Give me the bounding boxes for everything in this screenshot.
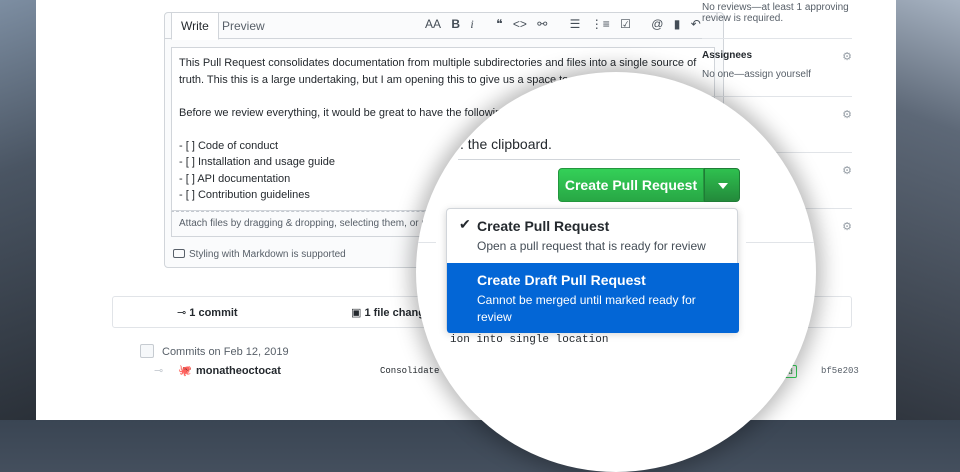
markdown-hint[interactable]: Styling with Markdown is supported — [173, 249, 346, 260]
assignees-value[interactable]: No one—assign yourself — [702, 69, 852, 80]
create-pr-menu: ✔ Create Pull Request Open a pull reques… — [446, 208, 739, 333]
heading-icon[interactable]: AA — [425, 17, 441, 31]
commit-author[interactable]: monatheoctocat — [196, 365, 281, 377]
markdown-icon — [173, 249, 185, 258]
create-pull-request-button[interactable]: Create Pull Request — [558, 168, 704, 202]
menu-item-create-pr[interactable]: ✔ Create Pull Request Open a pull reques… — [447, 209, 739, 261]
background-mountains-right — [896, 0, 960, 420]
calendar-icon — [140, 344, 154, 358]
author-avatar[interactable]: 🐙 — [178, 364, 192, 377]
background-mountains-left — [0, 0, 40, 420]
magnifier-lens: . the clipboard. Create Pull Request ✔ C… — [416, 72, 816, 472]
commit-sha[interactable]: bf5e203 — [821, 366, 859, 376]
menu-item-title: Create Draft Pull Request — [477, 272, 646, 288]
commit-icon: ⊸ — [177, 307, 187, 319]
magnified-divider — [416, 242, 436, 243]
mention-icon[interactable]: @ — [651, 17, 663, 31]
ordered-list-icon[interactable]: ⋮≡ — [591, 17, 610, 31]
gear-icon[interactable]: ⚙ — [842, 164, 852, 177]
tab-write[interactable]: Write — [171, 13, 219, 40]
bold-icon[interactable]: B — [451, 17, 460, 31]
gear-icon[interactable]: ⚙ — [842, 220, 852, 233]
markdown-label: Styling with Markdown is supported — [189, 249, 346, 260]
quote-icon[interactable]: ❝ — [496, 17, 502, 31]
editor-tabs: Write Preview AA B i ❝ <> ⚯ ☰ ⋮≡ ☑ @ ▮ ↶ — [165, 13, 723, 40]
bookmark-icon[interactable]: ▮ — [674, 17, 681, 31]
assignees-title: Assignees — [702, 50, 753, 61]
gear-icon[interactable]: ⚙ — [842, 50, 852, 63]
format-toolbar: AA B i ❝ <> ⚯ ☰ ⋮≡ ☑ @ ▮ ↶ — [425, 17, 708, 32]
check-icon: ✔ — [459, 216, 471, 232]
tab-preview[interactable]: Preview — [213, 13, 274, 40]
sidebar-divider — [702, 38, 852, 39]
magnified-divider — [746, 242, 816, 243]
editor-line: This Pull Request consolidates documenta… — [179, 57, 697, 69]
reply-icon[interactable]: ↶ — [691, 17, 701, 31]
code-icon[interactable]: <> — [513, 17, 527, 31]
task-list-icon[interactable]: ☑ — [620, 17, 631, 31]
caret-down-icon — [718, 183, 728, 189]
menu-item-desc: Open a pull request that is ready for re… — [477, 239, 706, 253]
commits-tab[interactable]: ⊸ 1 commit — [177, 306, 238, 319]
magnified-commit-code: ion into single location — [450, 334, 609, 346]
sidebar-divider — [702, 96, 852, 97]
gear-icon[interactable]: ⚙ — [842, 108, 852, 121]
italic-icon[interactable]: i — [470, 17, 473, 32]
assignees-section: Assignees No one—assign yourself ⚙ — [702, 50, 852, 90]
create-pr-dropdown-toggle[interactable] — [704, 168, 740, 202]
menu-item-desc: Cannot be merged until marked ready for … — [477, 293, 696, 324]
reviewers-status: No reviews—at least 1 approving review i… — [702, 2, 849, 24]
commit-dot-icon: ⊸ — [154, 365, 164, 377]
unordered-list-icon[interactable]: ☰ — [570, 17, 581, 31]
menu-item-title: Create Pull Request — [477, 218, 610, 234]
menu-item-create-draft-pr[interactable]: Create Draft Pull Request Cannot be merg… — [447, 263, 739, 333]
commits-date-header: Commits on Feb 12, 2019 — [140, 344, 289, 358]
link-icon[interactable]: ⚯ — [537, 17, 547, 31]
file-diff-icon: ▣ — [351, 307, 362, 319]
magnified-comment-field: . the clipboard. — [458, 126, 740, 160]
